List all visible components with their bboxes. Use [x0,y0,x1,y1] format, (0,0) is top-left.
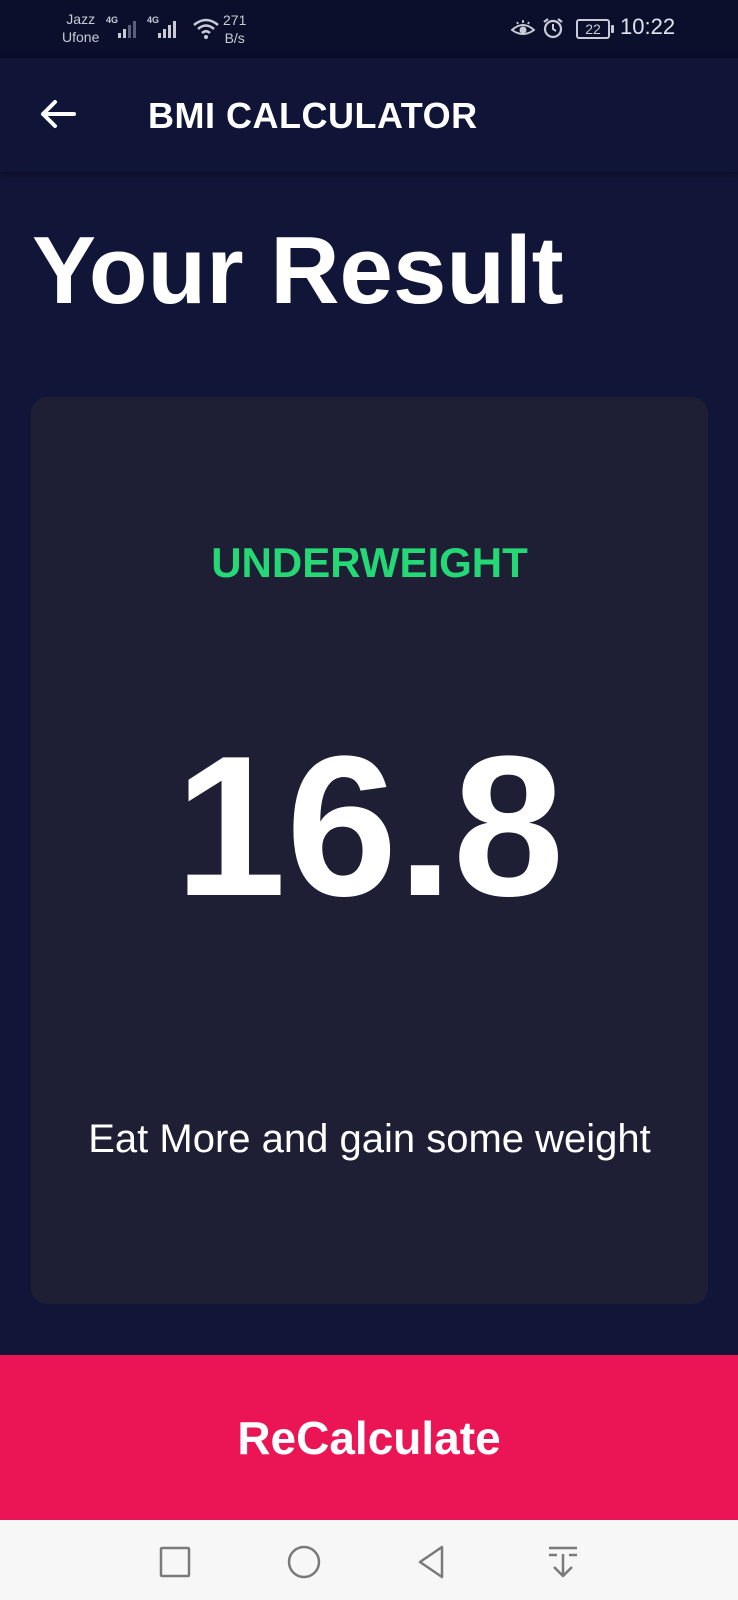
carrier-2: Ufone [62,29,100,45]
system-nav-bar [0,1520,738,1600]
status-clock: 10:22 [620,14,676,39]
status-bar: Jazz Ufone 4G 4G 271 B/s 22 10:22 [0,0,738,58]
app-title: BMI CALCULATOR [148,95,478,136]
back-button[interactable] [30,86,86,142]
circle-icon[interactable] [284,1542,324,1582]
network-speed-unit: B/s [224,30,245,46]
battery-indicator: 22 [576,19,614,39]
square-icon[interactable] [155,1542,195,1582]
network-speed: 271 B/s [223,11,246,47]
triangle-back-icon[interactable] [412,1542,452,1582]
recalculate-button[interactable]: ReCalculate [0,1355,738,1520]
network-type-1: 4G [106,15,119,25]
advice-text: Eat More and gain some weight [88,1117,651,1161]
app-bar: BMI CALCULATOR [0,58,738,172]
signal-bars-2-icon [158,18,180,38]
carrier-names: Jazz Ufone [62,10,99,46]
wifi-icon [193,18,219,39]
download-arrow-icon[interactable] [543,1542,583,1582]
eye-comfort-icon [511,20,535,35]
bmi-value: 16.8 [174,715,565,938]
signal-bars-1-icon [118,18,140,38]
alarm-icon [543,18,563,39]
page-title: Your Result [32,217,564,324]
result-status: UNDERWEIGHT [211,539,528,586]
arrow-left-icon [41,100,76,128]
network-speed-value: 271 [223,12,247,28]
carrier-1: Jazz [66,11,96,27]
result-card: UNDERWEIGHT 16.8 Eat More and gain some … [31,397,708,1304]
